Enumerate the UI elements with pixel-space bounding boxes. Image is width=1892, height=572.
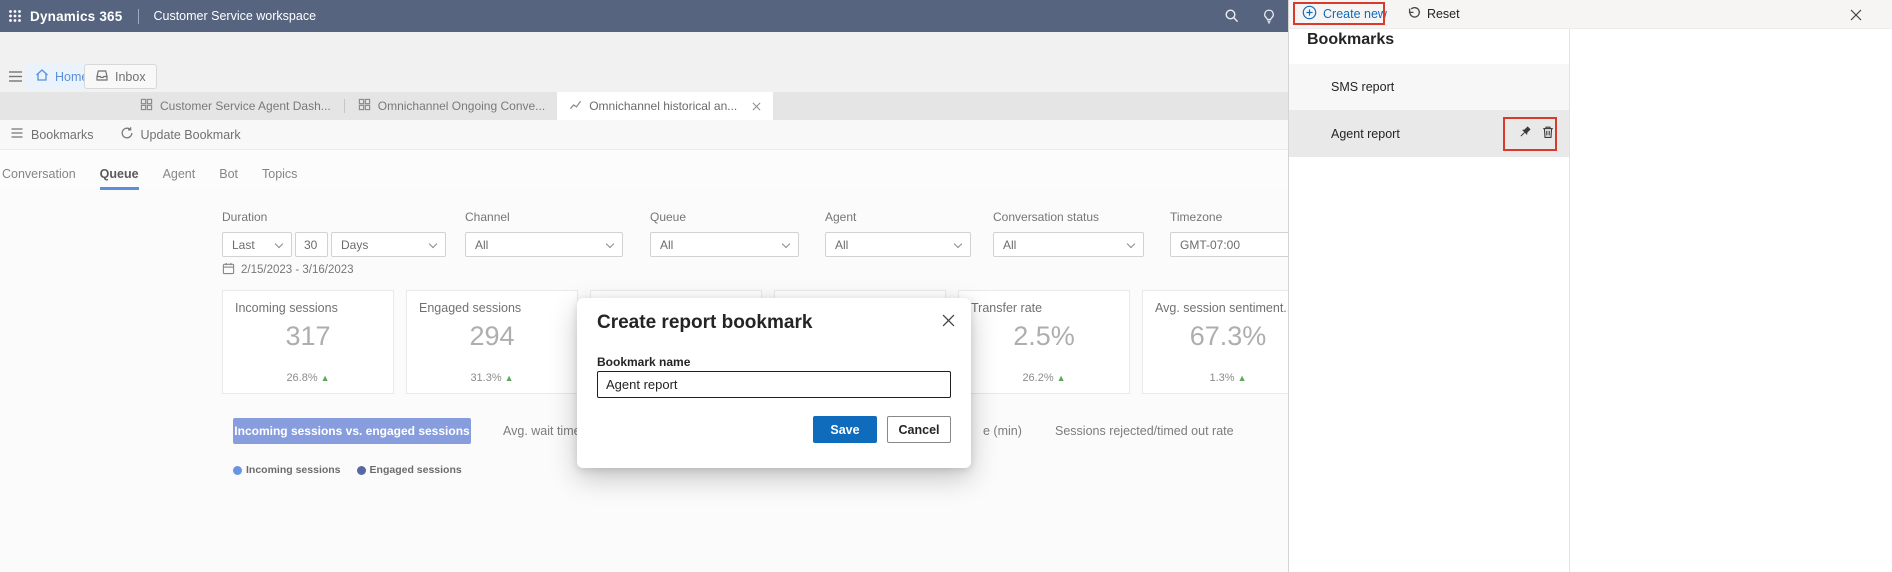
bookmark-item-label: Agent report (1331, 127, 1400, 141)
create-bookmark-dialog: Create report bookmark Bookmark name Sav… (577, 298, 971, 468)
reset-label: Reset (1427, 7, 1460, 21)
modal-backdrop (0, 0, 1288, 572)
screen: Dynamics 365 Customer Service workspace … (0, 0, 1892, 572)
close-icon[interactable] (1850, 8, 1862, 26)
reset-button[interactable]: Reset (1407, 6, 1460, 23)
panel-title: Bookmarks (1307, 31, 1394, 49)
undo-icon (1407, 6, 1421, 23)
save-button[interactable]: Save (813, 416, 877, 443)
bookmark-name-label: Bookmark name (597, 355, 690, 369)
panel-divider (1569, 29, 1570, 572)
dialog-title: Create report bookmark (597, 312, 812, 334)
annotation-highlight-create-new (1293, 2, 1385, 25)
bookmark-name-input[interactable] (597, 371, 951, 398)
bookmark-item-sms-report[interactable]: SMS report (1289, 64, 1569, 110)
bookmarks-panel: Create new Reset Bookmarks SMS report Ag… (1288, 0, 1892, 572)
main-content: Dynamics 365 Customer Service workspace … (0, 0, 1288, 572)
cancel-button[interactable]: Cancel (887, 416, 951, 443)
bookmark-item-label: SMS report (1331, 80, 1394, 94)
annotation-highlight-pin-delete (1503, 117, 1557, 151)
close-icon[interactable] (942, 314, 955, 332)
